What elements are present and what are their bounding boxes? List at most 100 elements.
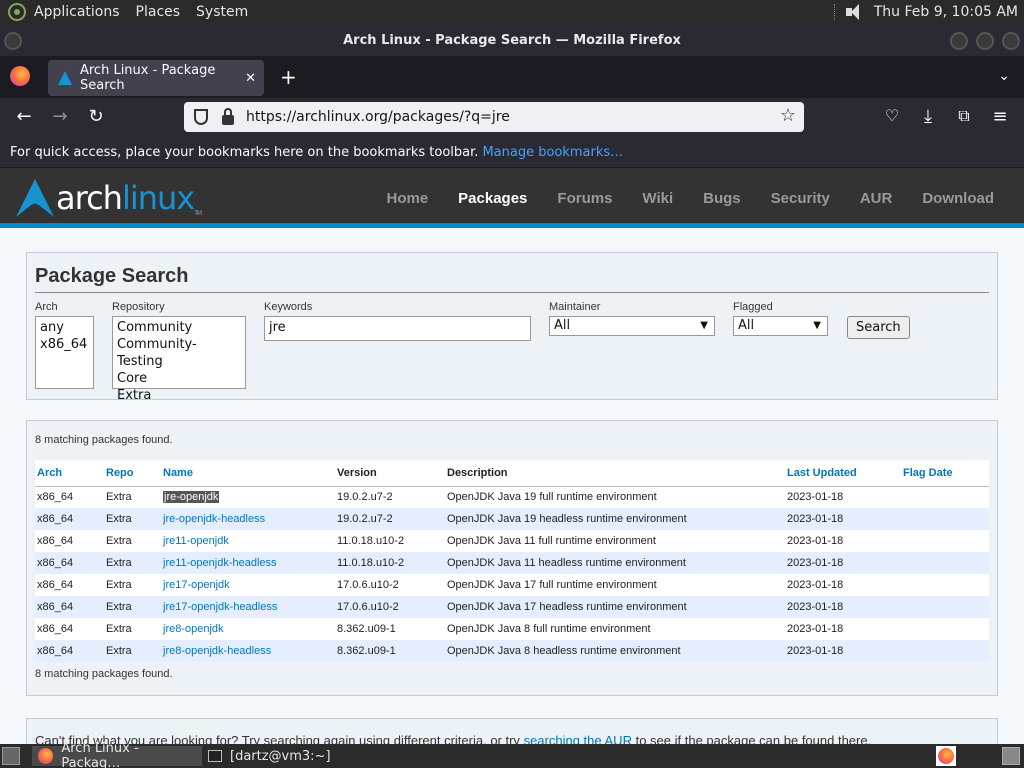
repo-option-extra[interactable]: Extra xyxy=(117,387,241,404)
repo-option-community-testing[interactable]: Community-Testing xyxy=(117,336,241,370)
downloads-icon[interactable]: ⤓ xyxy=(916,106,940,127)
lock-icon[interactable] xyxy=(222,107,234,125)
tray-firefox-icon[interactable] xyxy=(936,746,956,766)
table-row: x86_64 Extra jre8-openjdk 8.362.u09-1 OpenJD… xyxy=(35,618,989,640)
applications-menu[interactable]: Applications xyxy=(34,4,120,20)
firefox-view-icon[interactable] xyxy=(10,66,30,86)
system-menu[interactable]: System xyxy=(196,4,248,20)
nav-bugs[interactable]: Bugs xyxy=(703,190,741,207)
package-link[interactable]: jre11-openjdk-headless xyxy=(163,557,277,569)
manage-bookmarks-link[interactable]: Manage bookmarks… xyxy=(482,145,623,160)
package-link[interactable]: jre8-openjdk-headless xyxy=(163,645,271,657)
nav-home[interactable]: Home xyxy=(386,190,428,207)
col-version: Version xyxy=(335,460,445,487)
url-bar[interactable]: https://archlinux.org/packages/?q=jre ☆ xyxy=(184,102,804,132)
tab-package-search[interactable]: Arch Linux - Package Search ✕ xyxy=(48,60,264,96)
forward-icon[interactable]: → xyxy=(48,106,72,127)
flagged-select[interactable]: All ▼ xyxy=(733,316,828,336)
package-link[interactable]: jre17-openjdk xyxy=(163,579,230,591)
search-button[interactable]: Search xyxy=(847,316,910,339)
nav-wiki[interactable]: Wiki xyxy=(642,190,673,207)
distro-logo-icon[interactable] xyxy=(8,3,26,21)
task-firefox[interactable]: Arch Linux - Packag… xyxy=(32,741,202,768)
row-last-updated: 2023-01-18 xyxy=(785,596,901,618)
window-title-bar[interactable]: Arch Linux - Package Search — Mozilla Fi… xyxy=(0,24,1024,56)
list-all-tabs-icon[interactable]: ⌄ xyxy=(998,68,1010,84)
package-link[interactable]: jre8-openjdk xyxy=(163,623,224,635)
row-repo: Extra xyxy=(104,530,161,552)
tab-strip: Arch Linux - Package Search ✕ + ⌄ xyxy=(0,56,1024,98)
row-description: OpenJDK Java 17 full runtime environment xyxy=(445,574,785,596)
row-version: 11.0.18.u10-2 xyxy=(335,530,445,552)
col-name[interactable]: Name xyxy=(161,460,335,487)
results-table: Arch Repo Name Version Description Last … xyxy=(35,460,989,662)
nav-download[interactable]: Download xyxy=(922,190,994,207)
firefox-icon xyxy=(38,748,54,764)
package-link[interactable]: jre-openjdk xyxy=(163,491,220,504)
row-description: OpenJDK Java 19 full runtime environment xyxy=(445,486,785,508)
col-repo[interactable]: Repo xyxy=(104,460,161,487)
arch-listbox[interactable]: any x86_64 xyxy=(35,316,94,389)
col-description: Description xyxy=(445,460,785,487)
row-flag-date xyxy=(901,640,989,662)
row-last-updated: 2023-01-18 xyxy=(785,618,901,640)
row-repo: Extra xyxy=(104,508,161,530)
table-row: x86_64 Extra jre-openjdk-headless 19.0.2.u7… xyxy=(35,508,989,530)
arch-label: Arch xyxy=(35,301,58,313)
close-window-icon[interactable] xyxy=(1002,32,1020,50)
reload-icon[interactable]: ↻ xyxy=(84,106,108,127)
package-link[interactable]: jre17-openjdk-headless xyxy=(163,601,277,613)
nav-security[interactable]: Security xyxy=(771,190,830,207)
chevron-down-icon: ▼ xyxy=(813,320,821,331)
task-terminal[interactable]: [dartz@vm3:~] xyxy=(202,746,362,766)
bookmark-star-icon[interactable]: ☆ xyxy=(780,105,796,126)
col-last-updated[interactable]: Last Updated xyxy=(785,460,901,487)
pocket-icon[interactable]: ♡ xyxy=(880,106,904,125)
repository-listbox[interactable]: Community Community-Testing Core Extra xyxy=(112,316,246,403)
maximize-icon[interactable] xyxy=(976,32,994,50)
row-flag-date xyxy=(901,486,989,508)
row-description: OpenJDK Java 19 headless runtime environ… xyxy=(445,508,785,530)
package-link[interactable]: jre11-openjdk xyxy=(163,535,229,547)
results-panel: 8 matching packages found. Arch Repo Nam… xyxy=(26,420,998,696)
arch-option-x86_64[interactable]: x86_64 xyxy=(40,336,89,353)
col-flag-date[interactable]: Flag Date xyxy=(901,460,989,487)
minimize-icon[interactable] xyxy=(950,32,968,50)
package-link[interactable]: jre-openjdk-headless xyxy=(163,513,265,525)
search-aur-link[interactable]: searching the AUR xyxy=(524,733,632,744)
arch-logo[interactable]: archlinuxTM xyxy=(16,178,202,218)
row-last-updated: 2023-01-18 xyxy=(785,530,901,552)
row-name: jre-openjdk-headless xyxy=(161,508,335,530)
back-icon[interactable]: ← xyxy=(12,106,36,127)
keywords-input[interactable]: jre xyxy=(264,316,531,341)
tab-title: Arch Linux - Package Search xyxy=(79,63,216,93)
window-menu-icon[interactable] xyxy=(4,32,22,50)
nav-packages[interactable]: Packages xyxy=(458,190,527,207)
clock[interactable]: Thu Feb 9, 10:05 AM xyxy=(874,4,1018,20)
volume-icon[interactable] xyxy=(845,4,864,20)
repo-option-community[interactable]: Community xyxy=(117,319,241,336)
show-desktop-icon[interactable] xyxy=(2,747,20,765)
col-arch[interactable]: Arch xyxy=(35,460,104,487)
nav-aur[interactable]: AUR xyxy=(860,190,893,207)
tab-close-icon[interactable]: ✕ xyxy=(245,71,256,86)
row-name: jre17-openjdk-headless xyxy=(161,596,335,618)
bottom-taskbar: Arch Linux - Packag… [dartz@vm3:~] xyxy=(0,741,1024,768)
site-nav: Home Packages Forums Wiki Bugs Security … xyxy=(356,168,994,228)
places-menu[interactable]: Places xyxy=(136,4,181,20)
repo-option-core[interactable]: Core xyxy=(117,370,241,387)
trash-icon[interactable] xyxy=(1002,747,1020,765)
row-arch: x86_64 xyxy=(35,486,104,508)
row-version: 19.0.2.u7-2 xyxy=(335,508,445,530)
row-flag-date xyxy=(901,574,989,596)
arch-option-any[interactable]: any xyxy=(40,319,89,336)
url-text[interactable]: https://archlinux.org/packages/?q=jre xyxy=(246,109,510,125)
extensions-icon[interactable]: ⧉ xyxy=(952,106,976,126)
maintainer-select[interactable]: All ▼ xyxy=(549,316,715,336)
nav-forums[interactable]: Forums xyxy=(557,190,612,207)
hamburger-menu-icon[interactable]: ≡ xyxy=(988,106,1012,127)
maintainer-label: Maintainer xyxy=(549,301,601,313)
tracking-protection-icon[interactable] xyxy=(194,109,208,125)
new-tab-icon[interactable]: + xyxy=(280,65,297,89)
results-body: x86_64 Extra jre-openjdk 19.0.2.u7-2 OpenJDK… xyxy=(35,486,989,662)
